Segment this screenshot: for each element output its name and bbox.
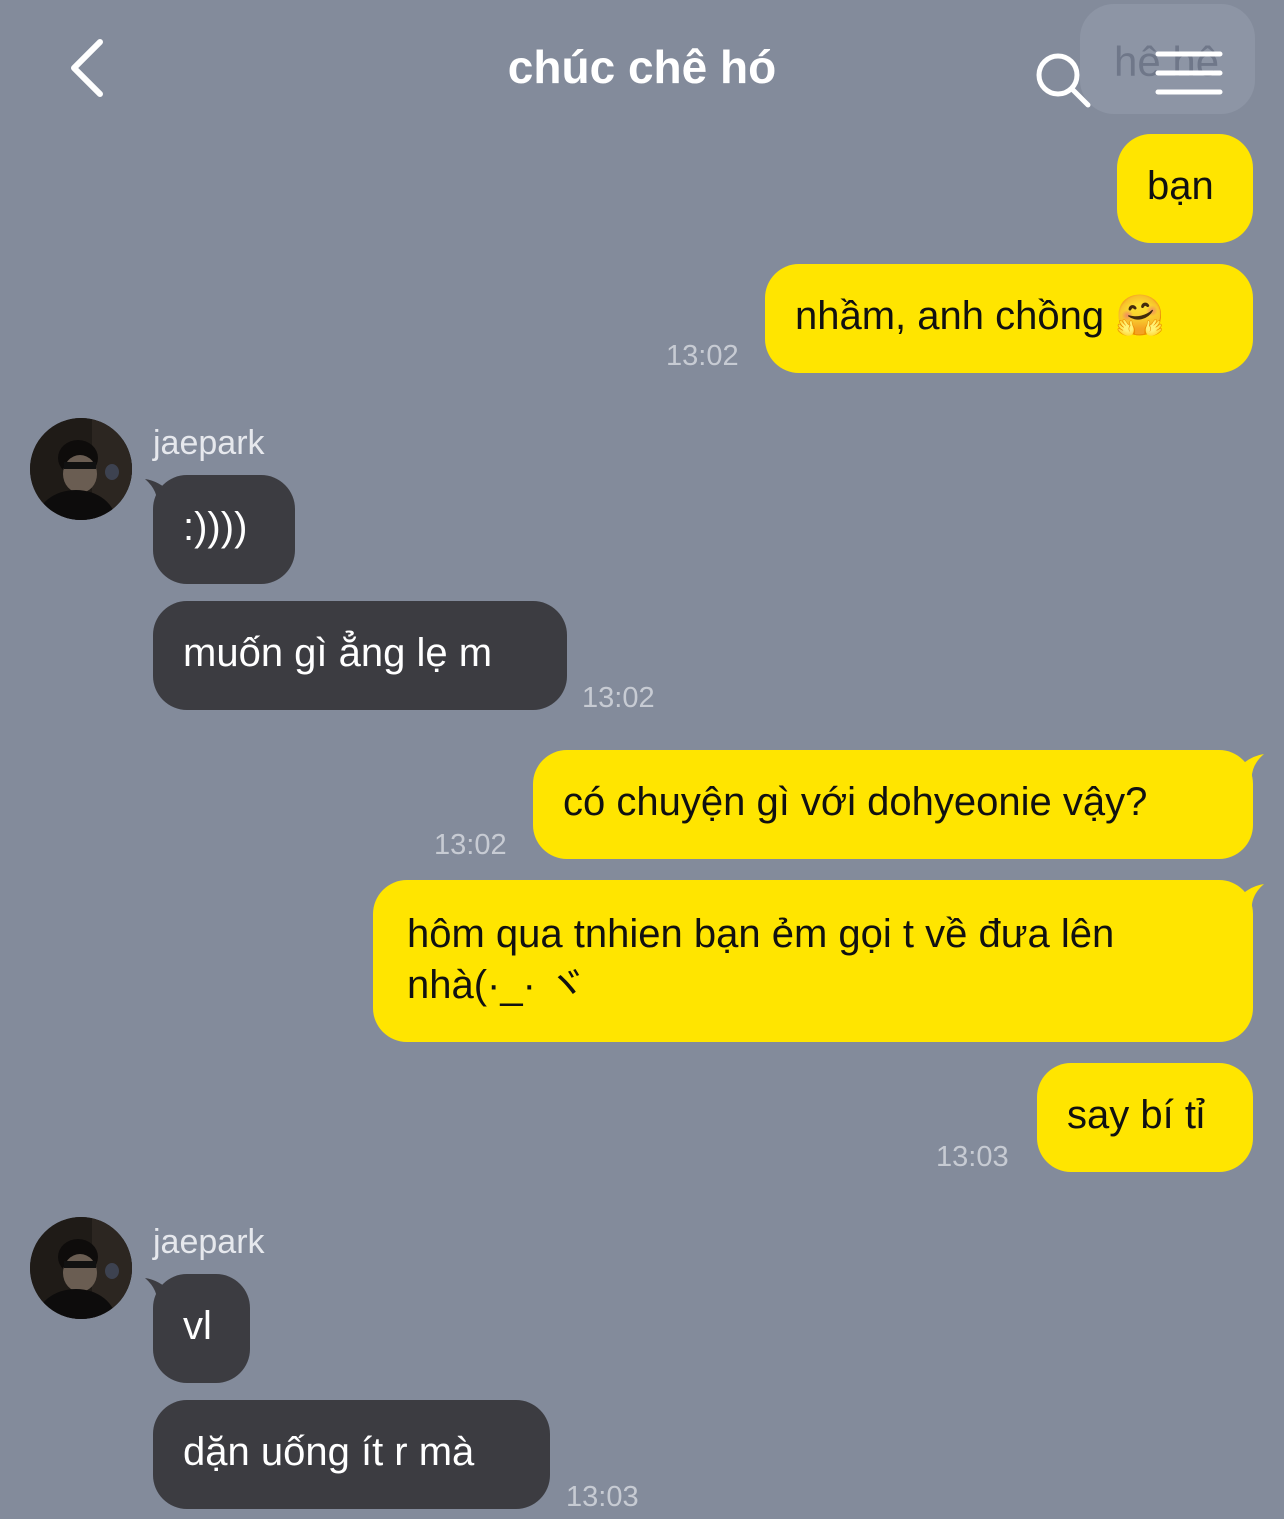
message-bubble-sent[interactable]: nhầm, anh chồng 🤗: [765, 264, 1253, 373]
message-timestamp: 13:02: [434, 829, 507, 861]
message-bubble-sent[interactable]: bạn: [1117, 134, 1253, 243]
message-bubble-received[interactable]: vl: [153, 1274, 250, 1383]
message-timestamp: 13:02: [666, 340, 739, 372]
message-text: vl: [183, 1304, 212, 1348]
message-text: say bí tỉ: [1067, 1093, 1205, 1137]
message-bubble-received[interactable]: :)))): [153, 475, 295, 584]
message-text: hôm qua tnhien bạn ẻm gọi t về đưa lên n…: [407, 912, 1115, 1007]
avatar[interactable]: [30, 418, 132, 520]
message-text: có chuyện gì với dohyeonie vậy?: [563, 780, 1148, 824]
message-bubble-sent[interactable]: có chuyện gì với dohyeonie vậy?: [533, 750, 1253, 859]
message-timestamp: 13:03: [566, 1481, 639, 1513]
avatar-photo: [30, 418, 132, 520]
message-timestamp: 13:02: [582, 682, 655, 714]
message-bubble-received[interactable]: muốn gì ẳng lẹ m: [153, 601, 567, 710]
search-icon: [1036, 53, 1091, 108]
message-text: bạn: [1147, 164, 1214, 208]
message-timestamp: 13:03: [936, 1141, 1009, 1173]
message-text: muốn gì ẳng lẹ m: [183, 631, 493, 675]
message-bubble-sent[interactable]: say bí tỉ: [1037, 1063, 1253, 1172]
sender-name: jaepark: [153, 1223, 265, 1261]
message-text: :)))): [183, 505, 248, 549]
search-button[interactable]: [1032, 48, 1096, 112]
message-text: dặn uống ít r mà: [183, 1430, 475, 1474]
avatar[interactable]: [30, 1217, 132, 1319]
chat-header: hê hê chúc chê hó: [0, 0, 1284, 135]
message-bubble-sent[interactable]: hôm qua tnhien bạn ẻm gọi t về đưa lên n…: [373, 880, 1253, 1042]
menu-icon: [1155, 51, 1223, 95]
message-bubble-received[interactable]: dặn uống ít r mà: [153, 1400, 550, 1509]
menu-button[interactable]: [1154, 50, 1224, 102]
sender-name: jaepark: [153, 424, 265, 462]
message-text: nhầm, anh chồng 🤗: [795, 294, 1166, 338]
avatar-photo: [30, 1217, 132, 1319]
